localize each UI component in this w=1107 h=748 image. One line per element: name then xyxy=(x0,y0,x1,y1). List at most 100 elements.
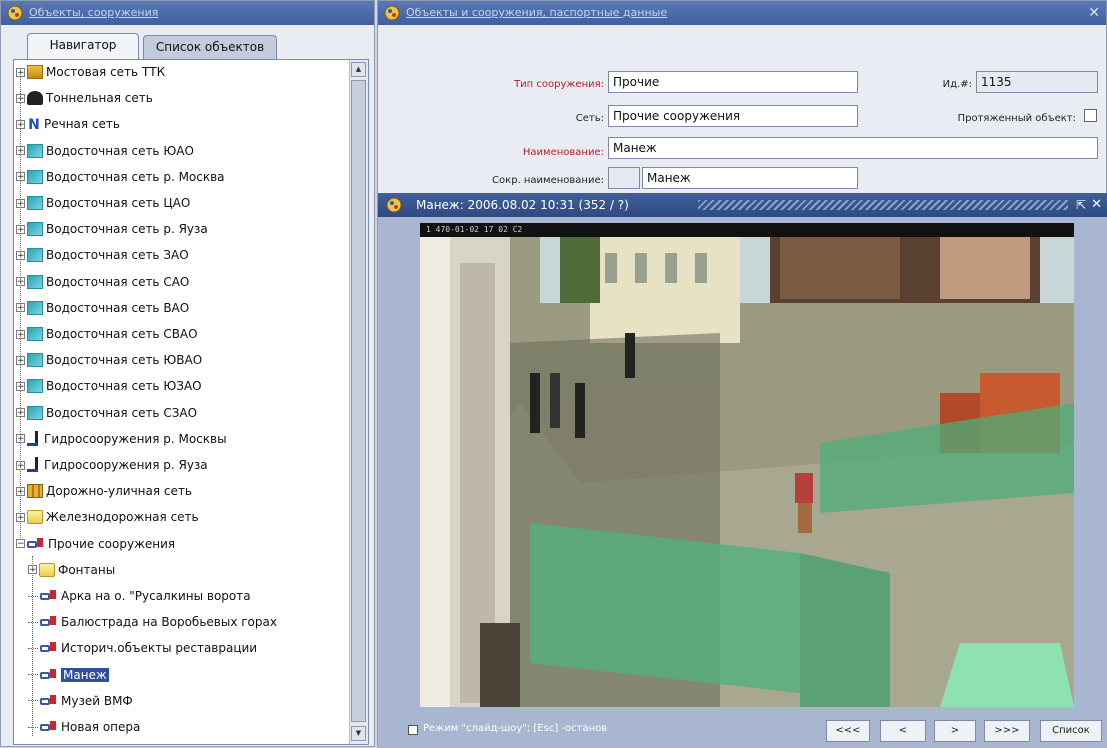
collapse-icon[interactable]: − xyxy=(16,539,25,549)
tree-item[interactable]: + Мостовая сеть ТТК xyxy=(16,60,165,84)
water-network-icon xyxy=(27,327,43,341)
tree-item[interactable]: + Водосточная сеть ЗАО xyxy=(16,243,189,267)
tree-item[interactable]: + Водосточная сеть САО xyxy=(16,270,189,294)
tree-item[interactable]: + Водосточная сеть ЮВАО xyxy=(16,348,202,372)
expand-icon[interactable]: + xyxy=(16,146,25,156)
tree-item[interactable]: Балюстрада на Воробьевых горах xyxy=(28,610,277,634)
titlebar-hatch xyxy=(698,200,1068,210)
next-image-button[interactable]: > xyxy=(934,720,976,742)
expand-icon[interactable]: + xyxy=(16,93,25,103)
expand-icon[interactable]: + xyxy=(28,565,37,575)
tree-item-label: Историч.объекты реставрации xyxy=(61,641,258,656)
scroll-up-button[interactable]: ▲ xyxy=(351,62,366,77)
expand-icon[interactable]: + xyxy=(16,198,25,208)
slideshow-checkbox[interactable] xyxy=(408,725,418,735)
expand-icon[interactable]: + xyxy=(16,329,25,339)
first-image-button[interactable]: <<< xyxy=(826,720,870,742)
tree-item[interactable]: + Водосточная сеть ЦАО xyxy=(16,191,190,215)
tree-item-label: Мостовая сеть ТТК xyxy=(46,65,166,79)
tree-item-label: Арка на о. "Русалкины ворота xyxy=(61,589,251,603)
expand-icon[interactable]: + xyxy=(16,355,25,365)
list-button[interactable]: Список xyxy=(1040,720,1102,742)
tree-item[interactable]: Новая опера xyxy=(28,715,140,739)
tree-item[interactable]: + Гидросооружения р. Москвы xyxy=(16,427,227,451)
tree-item[interactable]: + N Речная сеть xyxy=(16,112,120,136)
tree-item[interactable]: + Водосточная сеть ЮАО xyxy=(16,139,194,163)
tree-item[interactable]: + Водосточная сеть ЮЗАО xyxy=(16,374,202,398)
extended-object-checkbox[interactable] xyxy=(1084,109,1097,122)
expand-icon[interactable]: + xyxy=(16,303,25,313)
viewer-title: Манеж: 2006.08.02 10:31 (352 / ?) xyxy=(416,198,629,212)
navigator-tree: + Мостовая сеть ТТК + Тоннельная сеть + N Речн… xyxy=(13,59,369,745)
scroll-down-button[interactable]: ▼ xyxy=(351,726,366,741)
tree-item[interactable]: + Водосточная сеть СЗАО xyxy=(16,401,197,425)
scroll-thumb[interactable] xyxy=(351,80,366,722)
tree-item[interactable]: + Водосточная сеть р. Москва xyxy=(16,165,225,189)
passport-window-title: Объекты и сооружения, паспортные данные xyxy=(406,6,668,19)
expand-icon[interactable]: + xyxy=(16,381,25,391)
tab-object-list[interactable]: Список объектов xyxy=(143,35,277,59)
close-icon[interactable]: ✕ xyxy=(1088,1,1100,25)
tree-item-label: Водосточная сеть ЦАО xyxy=(46,196,191,210)
tree-item[interactable]: + Гидросооружения р. Яуза xyxy=(16,453,208,477)
tree-item-label: Манеж xyxy=(61,667,109,682)
tree-item[interactable]: Арка на о. "Русалкины ворота xyxy=(28,584,251,608)
tab-navigator[interactable]: Навигатор xyxy=(27,33,139,59)
tree-scrollbar[interactable]: ▲ ▼ xyxy=(349,60,368,744)
tree-item-label: Дорожно-уличная сеть xyxy=(46,484,192,499)
short-name-field[interactable] xyxy=(642,167,858,189)
expand-icon[interactable]: + xyxy=(16,277,25,287)
expand-icon[interactable]: + xyxy=(16,408,25,418)
tree-item[interactable]: + Дорожно-уличная сеть xyxy=(16,479,192,503)
type-field[interactable] xyxy=(608,71,858,93)
tree-item[interactable]: + Железнодорожная сеть xyxy=(16,505,199,529)
network-label: Сеть: xyxy=(575,113,604,124)
expand-icon[interactable]: + xyxy=(16,460,25,470)
object-icon xyxy=(40,668,58,681)
tab-bar: Навигатор Список объектов xyxy=(1,29,374,59)
tree-item[interactable]: − Прочие сооружения xyxy=(16,532,175,556)
river-icon: N xyxy=(28,117,40,134)
tree-item[interactable]: + Тоннельная сеть xyxy=(16,86,153,110)
expand-icon[interactable]: + xyxy=(16,119,25,129)
water-network-icon xyxy=(27,248,43,263)
name-label: Наименование: xyxy=(522,147,604,158)
tree-item-label: Прочие сооружения xyxy=(48,536,176,551)
tree-item[interactable]: + Водосточная сеть р. Яуза xyxy=(16,217,208,241)
viewer-close-icon[interactable]: ✕ xyxy=(1091,193,1102,217)
tree-item[interactable]: + Водосточная сеть ВАО xyxy=(16,296,189,320)
expand-icon[interactable]: + xyxy=(16,512,25,522)
tree-connector xyxy=(28,621,38,623)
folder-icon xyxy=(39,562,55,577)
tunnel-icon xyxy=(27,91,43,106)
tree-item-label: Водосточная сеть р. Москва xyxy=(46,169,225,184)
expand-icon[interactable]: + xyxy=(16,250,25,260)
expand-icon[interactable]: + xyxy=(16,172,25,182)
short-name-prefix xyxy=(608,167,640,189)
objects-window-title: Объекты, сооружения xyxy=(29,6,159,19)
tree-item[interactable]: Манеж xyxy=(28,663,109,687)
expand-icon[interactable]: + xyxy=(16,434,25,444)
expand-icon[interactable]: + xyxy=(16,486,25,496)
network-field[interactable] xyxy=(608,105,858,127)
tree-item-label: Музей ВМФ xyxy=(61,693,133,708)
tree-item[interactable]: Историч.объекты реставрации xyxy=(28,636,257,660)
tree-item[interactable]: Музей ВМФ xyxy=(28,689,133,713)
expand-icon[interactable]: + xyxy=(16,67,25,77)
tree-item-label: Водосточная сеть СЗАО xyxy=(46,405,198,420)
tree-item-label: Балюстрада на Воробьевых горах xyxy=(61,615,277,630)
objects-window-titlebar: Объекты, сооружения xyxy=(1,1,374,25)
object-icon xyxy=(40,642,58,654)
tree-item[interactable]: + Фонтаны xyxy=(28,558,115,582)
maximize-icon[interactable]: ⇱ xyxy=(1076,193,1086,217)
previous-image-button[interactable]: < xyxy=(880,720,926,742)
water-network-icon xyxy=(27,169,43,184)
last-image-button[interactable]: >>> xyxy=(984,720,1030,742)
photo-scene xyxy=(420,223,1074,707)
viewer-titlebar: Манеж: 2006.08.02 10:31 (352 / ?) ⇱ ✕ xyxy=(378,193,1107,217)
expand-icon[interactable]: + xyxy=(16,224,25,234)
tree-item[interactable]: + Водосточная сеть СВАО xyxy=(16,322,198,346)
name-field[interactable] xyxy=(608,137,1098,159)
id-field[interactable] xyxy=(976,71,1098,93)
tree-item-label: Водосточная сеть ЮВАО xyxy=(46,353,203,368)
